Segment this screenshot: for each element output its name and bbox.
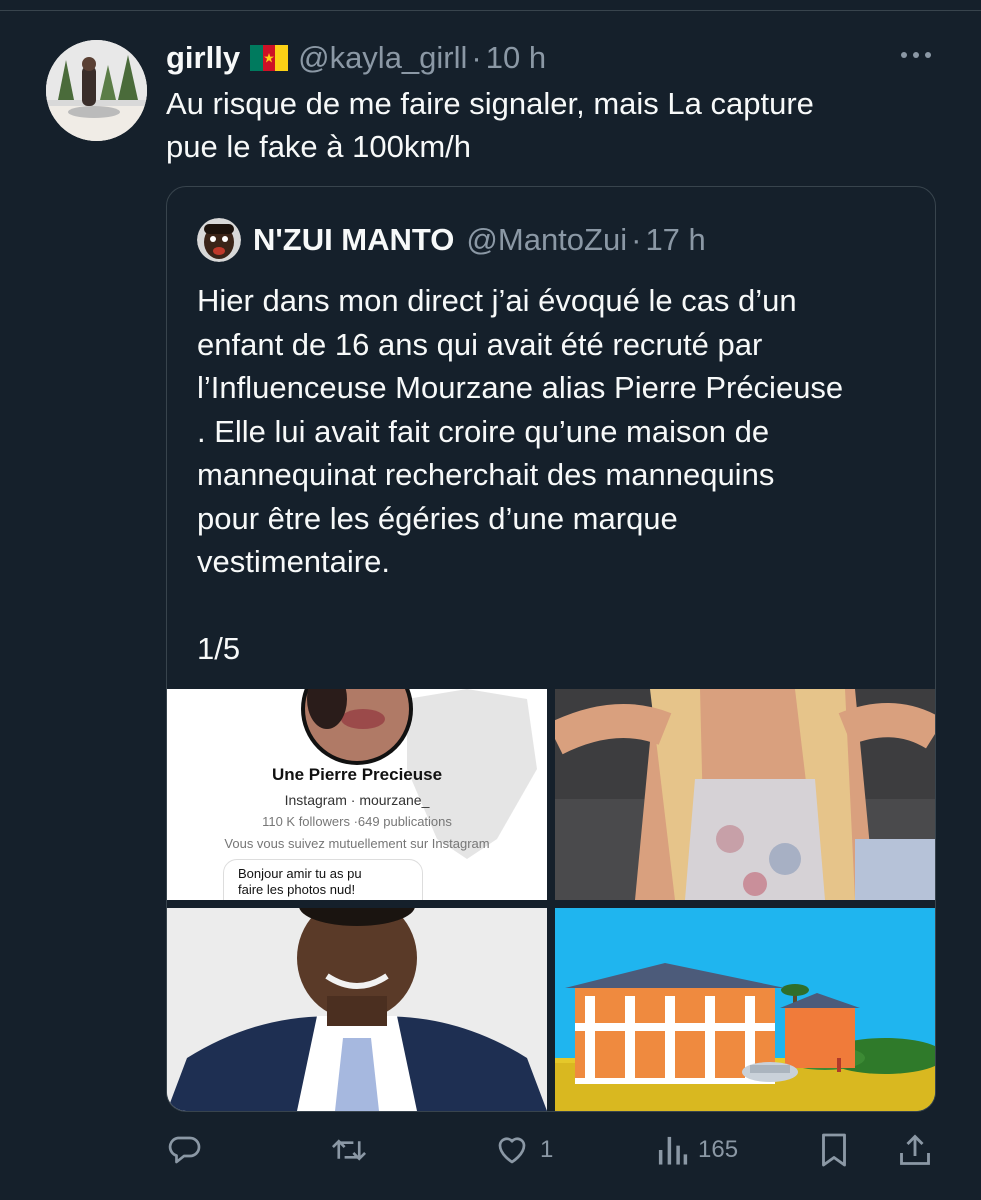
media-photo-man[interactable]: [167, 908, 547, 1111]
author-avatar[interactable]: [46, 40, 147, 141]
quoted-header: N'ZUI MANTO @MantoZui · 17 h: [197, 218, 706, 262]
top-divider: [0, 10, 981, 11]
quoted-avatar: [197, 218, 241, 262]
views-icon: [656, 1132, 688, 1168]
share-button[interactable]: [898, 1128, 932, 1172]
media-screenshot[interactable]: Une Pierre Precieuse Instagram · mourzan…: [167, 689, 547, 900]
separator: ·: [471, 40, 482, 75]
thread-count: 1/5: [197, 631, 241, 666]
author-handle[interactable]: @kayla_girll: [298, 40, 467, 76]
bookmark-button[interactable]: [818, 1128, 850, 1172]
more-options-icon[interactable]: [901, 52, 931, 58]
profile-source: Instagram · mourzane_: [284, 792, 430, 808]
quoted-tweet[interactable]: N'ZUI MANTO @MantoZui · 17 h Hier dans m…: [166, 186, 936, 1112]
media-grid: Une Pierre Precieuse Instagram · mourzan…: [167, 689, 935, 1111]
profile-stats: 110 K followers ·649 publications: [262, 814, 452, 829]
bookmark-icon: [818, 1132, 850, 1168]
action-bar: 1 165: [0, 1128, 981, 1172]
profile-name: Une Pierre Precieuse: [271, 765, 443, 784]
media-photo-woman[interactable]: [555, 689, 935, 900]
author-name[interactable]: girlly: [166, 40, 240, 76]
like-button[interactable]: 1: [494, 1128, 553, 1172]
tweet-header: girlly @kayla_girll · 10 h: [166, 38, 546, 78]
share-icon: [898, 1132, 932, 1168]
media-photo-house[interactable]: [555, 908, 935, 1111]
tweet-text: Au risque de me faire signaler, mais La …: [166, 86, 814, 164]
quoted-time[interactable]: 17 h: [645, 222, 705, 258]
retweet-icon: [330, 1132, 368, 1168]
cameroon-flag-icon: [250, 45, 289, 71]
separator: ·: [631, 222, 642, 257]
retweet-button[interactable]: [330, 1128, 368, 1172]
quoted-author-name[interactable]: N'ZUI MANTO: [253, 222, 454, 258]
like-count: 1: [540, 1136, 554, 1163]
mutual-follow-text: Vous vous suivez mutuellement sur Instag…: [224, 836, 490, 851]
quoted-handle[interactable]: @MantoZui: [466, 222, 627, 258]
heart-icon: [494, 1132, 530, 1168]
quoted-text: Hier dans mon direct j’ai évoqué le cas …: [197, 283, 844, 579]
tweet-time[interactable]: 10 h: [486, 40, 546, 76]
reply-button[interactable]: [166, 1128, 202, 1172]
reply-icon: [166, 1132, 202, 1168]
views-button[interactable]: 165: [656, 1128, 738, 1172]
view-count: 165: [698, 1136, 739, 1163]
message-bubble: Bonjour amir tu as pu faire les photos n…: [223, 859, 423, 900]
